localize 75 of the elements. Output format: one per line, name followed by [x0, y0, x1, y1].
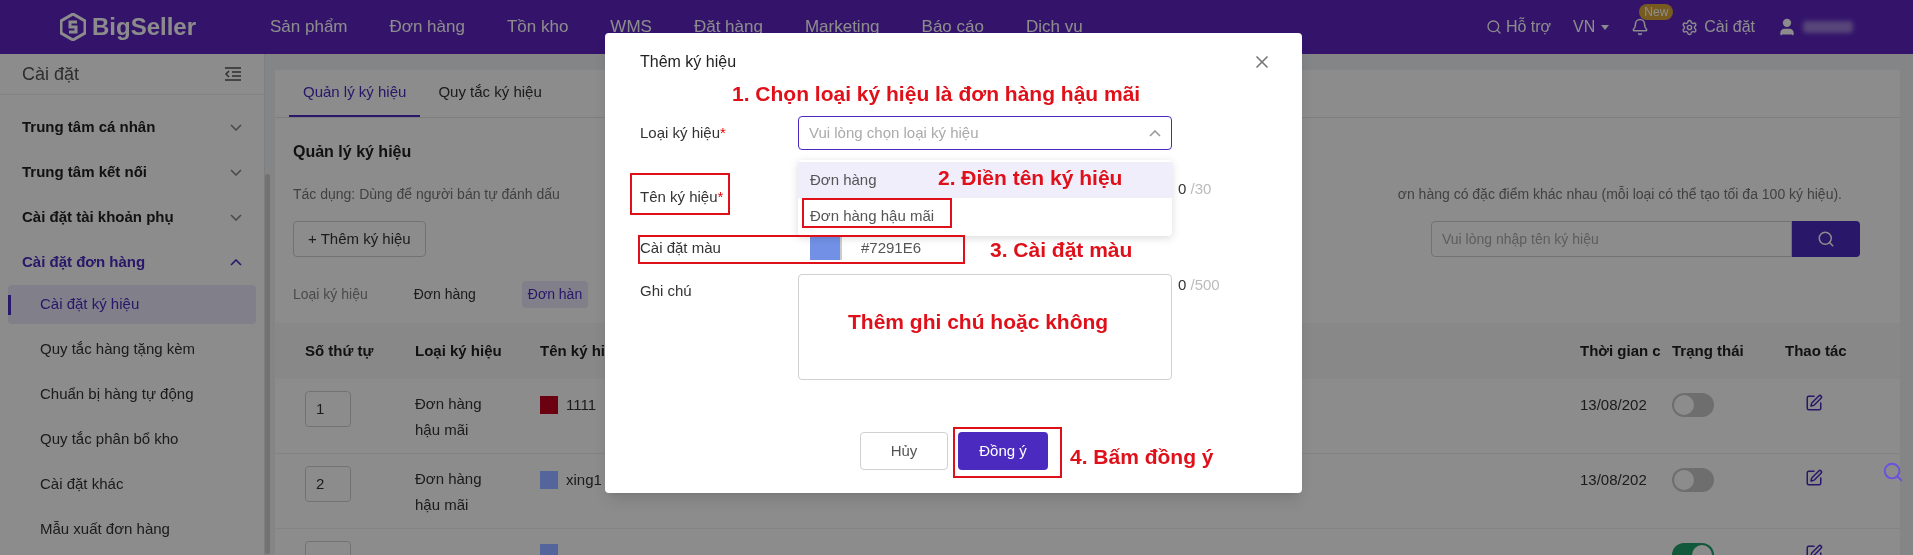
search-icon [1817, 230, 1835, 248]
required-mark: * [717, 187, 724, 205]
confirm-button[interactable]: Đồng ý [958, 432, 1048, 470]
sidebar-item[interactable]: Cài đặt ký hiệu [8, 285, 256, 324]
description-text: ơn hàng có đặc điểm khác nhau (mỗi loại có thể tạo tối đa 100 ký hiệu). [1397, 185, 1842, 204]
column-header: Loại ký hiệu [415, 340, 503, 361]
tab[interactable]: Quy tắc ký hiệu [424, 69, 556, 117]
column-header: Tên ký hi [540, 340, 606, 361]
sidebar-item[interactable]: Chuẩn bị hàng tự động [8, 375, 256, 414]
field-label: Cài đặt màu [640, 237, 722, 258]
section-title: Quản lý ký hiệu [293, 142, 413, 162]
field-label: Loại ký hiệu [640, 123, 721, 141]
sidebar-item[interactable]: Cài đặt khác [8, 465, 256, 504]
column-header: Trạng thái [1672, 340, 1745, 361]
nav-menu-item[interactable]: Đơn hàng [389, 14, 465, 40]
nav-menu-item[interactable]: Sản phẩm [270, 14, 348, 40]
filter-option[interactable]: Đơn hàng [407, 280, 482, 308]
new-badge: New [1639, 4, 1674, 20]
table-cell: 13/08/202 [1580, 396, 1647, 413]
color-hex-value: #7291E6 [861, 237, 922, 258]
collapse-sidebar-icon[interactable] [224, 67, 242, 81]
description-text: Tác dụng: Dùng để người bán tự đánh dấu [293, 185, 560, 204]
toggle-switch[interactable] [1672, 393, 1714, 417]
edit-icon[interactable] [1805, 394, 1823, 412]
dialog-title: Thêm ký hiệu [640, 52, 737, 72]
annotation-text: 1. Chọn loại ký hiệu là đơn hàng hậu mãi [732, 81, 1141, 107]
column-header: Thời gian c [1580, 340, 1662, 361]
table-cell: 13/08/202 [1580, 471, 1647, 488]
column-header: Thao tác [1785, 340, 1848, 361]
sidebar-item[interactable]: Quy tắc hàng tặng kèm [8, 330, 256, 369]
sidebar-item[interactable]: Mẫu xuất đơn hàng [8, 510, 256, 549]
language-selector[interactable]: VN [1573, 15, 1596, 39]
help-link[interactable]: Hỗ trợ [1505, 15, 1552, 39]
order-number-field[interactable]: 1 [305, 391, 351, 427]
sidebar-title: Cài đặt [22, 62, 80, 86]
logo-icon [60, 13, 86, 41]
logo-text: BigSeller [92, 12, 197, 42]
filter-option[interactable]: Đơn hàn [521, 280, 589, 308]
order-number-field[interactable]: 2 [305, 466, 351, 502]
note-textarea[interactable] [798, 274, 1172, 380]
field-label: Ghi chú [640, 281, 693, 301]
field-label: Tên ký hiệu [640, 187, 718, 205]
table-cell-text: xing1 [566, 470, 602, 490]
settings-link[interactable]: Cài đặt [1704, 15, 1755, 39]
annotation-text: 2. Điền tên ký hiệu [938, 165, 1123, 191]
toggle-switch[interactable] [1672, 468, 1714, 492]
annotation-text: 4. Bấm đồng ý [1070, 444, 1214, 470]
tab[interactable]: Quản lý ký hiệu [289, 69, 421, 117]
cancel-button[interactable]: Hủy [860, 432, 948, 470]
scrollbar[interactable] [265, 174, 270, 554]
sidebar-group[interactable]: Cài đặt đơn hàng [22, 251, 146, 274]
character-counter: 0 /30 [1177, 178, 1212, 199]
character-counter: 0 /500 [1177, 275, 1220, 295]
sidebar-item[interactable]: Quy tắc phân bổ kho [8, 420, 256, 459]
sidebar-group[interactable]: Cài đặt tài khoản phụ [22, 206, 174, 229]
sidebar-group[interactable]: Trung tâm cá nhân [22, 116, 156, 139]
filter-label: Loại ký hiệu [293, 284, 368, 304]
color-picker-swatch[interactable] [810, 236, 842, 260]
add-symbol-button[interactable]: + Thêm ký hiệu [293, 221, 426, 257]
caret-icon [1601, 24, 1610, 30]
notification-bell-icon[interactable] [1631, 18, 1650, 36]
sidebar-group[interactable]: Trung tâm kết nối [22, 161, 147, 184]
nav-menu-item[interactable]: Tồn kho [506, 14, 569, 40]
search-button[interactable] [1792, 221, 1860, 257]
annotation-text: Thêm ghi chú hoặc không [848, 309, 1109, 335]
edit-icon[interactable] [1805, 469, 1823, 487]
annotation-text: 3. Cài đặt màu [990, 237, 1133, 263]
search-icon [1485, 19, 1502, 35]
table-cell-text: Đơn hàng hậu mãi [415, 394, 483, 440]
required-mark: * [720, 123, 726, 141]
table-cell-text: 1111 [566, 395, 597, 415]
user-avatar-icon[interactable] [1777, 17, 1797, 37]
table-cell-text: Đơn hàng hậu mãi [415, 469, 483, 515]
settings-icon [1681, 18, 1699, 36]
column-header: Số thứ tự [304, 340, 375, 361]
